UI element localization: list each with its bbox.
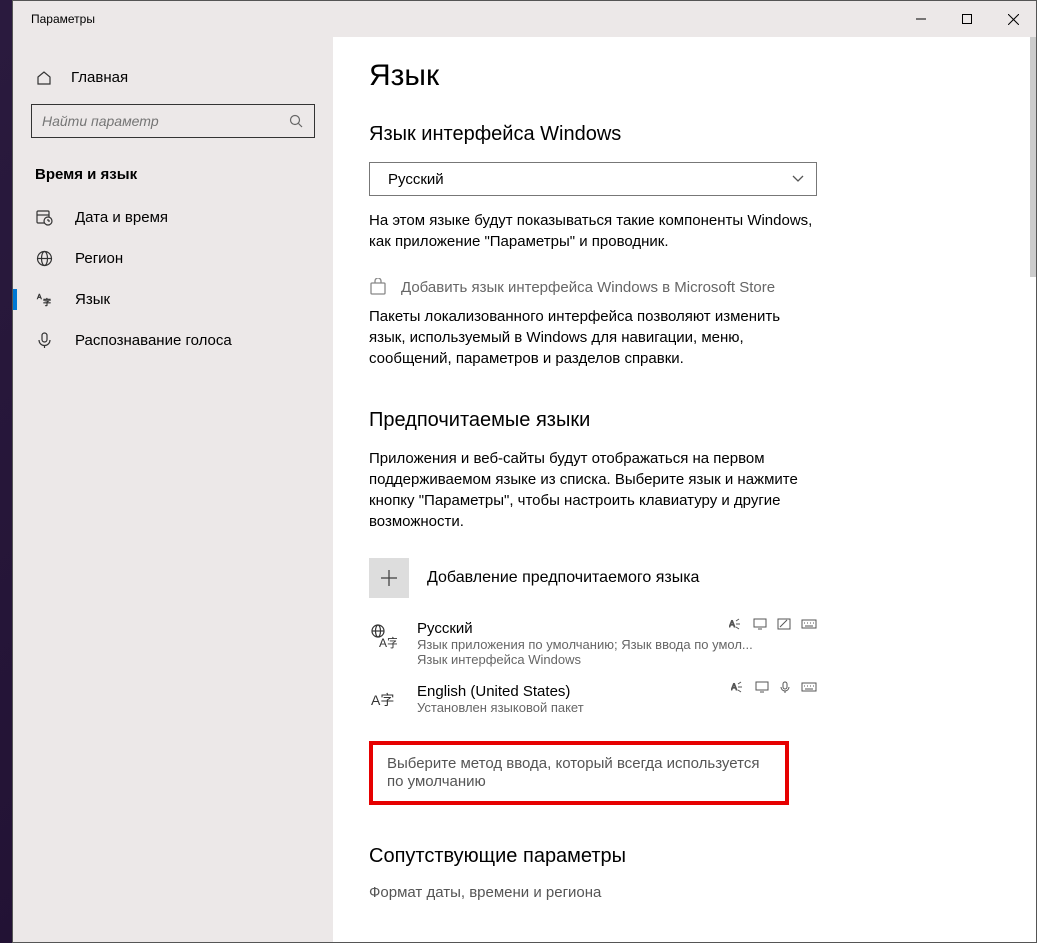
sidebar-item-speech[interactable]: Распознавание голоса	[13, 320, 333, 361]
language-item-russian[interactable]: A字 Русский Язык приложения по умолчанию;…	[369, 616, 817, 679]
default-input-method-link[interactable]: Выберите метод ввода, который всегда исп…	[369, 741, 789, 805]
add-language-store-link[interactable]: Добавить язык интерфейса Windows в Micro…	[369, 278, 1002, 296]
language-feature-badges: A	[729, 618, 817, 630]
display-language-heading: Язык интерфейса Windows	[369, 123, 1002, 146]
content-area: Главная Время и язык Дата и время Ре	[13, 37, 1036, 942]
globe-icon	[35, 250, 53, 267]
text-to-speech-icon: A	[731, 681, 745, 693]
svg-text:A字: A字	[379, 635, 397, 650]
chevron-down-icon	[792, 175, 804, 183]
language-subtitle: Установлен языковой пакет	[417, 700, 817, 715]
scrollbar[interactable]	[1030, 37, 1036, 277]
store-link-label: Добавить язык интерфейса Windows в Micro…	[401, 279, 775, 296]
text-to-speech-icon: A	[729, 618, 743, 630]
display-language-desc: На этом языке будут показываться такие к…	[369, 210, 819, 252]
preferred-languages-desc: Приложения и веб-сайты будут отображатьс…	[369, 448, 819, 532]
sidebar-section-heading: Время и язык	[13, 160, 333, 197]
display-icon	[753, 618, 767, 630]
home-link[interactable]: Главная	[13, 61, 333, 104]
display-icon	[755, 681, 769, 693]
handwriting-icon	[777, 618, 791, 630]
window-title: Параметры	[31, 12, 898, 26]
keyboard-icon	[801, 681, 817, 693]
preferred-languages-heading: Предпочитаемые языки	[369, 409, 1002, 432]
related-link-date-format[interactable]: Формат даты, времени и региона	[369, 884, 1002, 901]
svg-text:A: A	[729, 619, 735, 629]
sidebar: Главная Время и язык Дата и время Ре	[13, 37, 333, 942]
store-desc: Пакеты локализованного интерфейса позвол…	[369, 306, 819, 369]
svg-text:A: A	[37, 294, 42, 301]
language-feature-badges: A	[731, 681, 817, 693]
language-subtitle: Язык приложения по умолчанию; Язык ввода…	[417, 637, 817, 652]
speech-icon	[779, 681, 791, 693]
language-item-english[interactable]: A字 English (United States) Установлен яз…	[369, 679, 817, 727]
main-panel: Язык Язык интерфейса Windows Русский На …	[333, 37, 1036, 942]
sidebar-item-region[interactable]: Регион	[13, 238, 333, 279]
svg-text:A字: A字	[371, 692, 394, 708]
search-icon	[289, 114, 304, 129]
sidebar-item-label: Дата и время	[75, 209, 168, 226]
home-icon	[35, 70, 53, 86]
language-subtitle2: Язык интерфейса Windows	[417, 652, 817, 667]
language-glyph-icon: A字	[369, 620, 399, 667]
maximize-button[interactable]	[944, 1, 990, 37]
sidebar-item-language[interactable]: A字 Язык	[13, 279, 333, 320]
home-label: Главная	[71, 69, 128, 86]
search-box[interactable]	[31, 104, 315, 138]
svg-text:A: A	[731, 682, 737, 692]
related-settings-heading: Сопутствующие параметры	[369, 845, 1002, 868]
add-language-label: Добавление предпочитаемого языка	[427, 569, 699, 587]
dropdown-value: Русский	[388, 171, 444, 188]
window-controls	[898, 1, 1036, 37]
close-button[interactable]	[990, 1, 1036, 37]
link-text: Выберите метод ввода, который всегда исп…	[387, 755, 759, 790]
search-input[interactable]	[42, 113, 289, 129]
store-icon	[369, 278, 387, 296]
sidebar-item-date-time[interactable]: Дата и время	[13, 197, 333, 238]
page-title: Язык	[369, 59, 1002, 93]
titlebar: Параметры	[13, 1, 1036, 37]
sidebar-item-label: Регион	[75, 250, 123, 267]
microphone-icon	[35, 332, 53, 349]
svg-text:字: 字	[43, 297, 51, 307]
settings-window: Параметры Главная	[12, 0, 1037, 943]
add-preferred-language[interactable]: Добавление предпочитаемого языка	[369, 558, 1002, 598]
sidebar-item-label: Распознавание голоса	[75, 332, 232, 349]
calendar-clock-icon	[35, 209, 53, 226]
keyboard-icon	[801, 618, 817, 630]
plus-icon	[369, 558, 409, 598]
sidebar-item-label: Язык	[75, 291, 110, 308]
minimize-button[interactable]	[898, 1, 944, 37]
display-language-dropdown[interactable]: Русский	[369, 162, 817, 196]
language-glyph-icon: A字	[369, 683, 399, 715]
language-icon: A字	[35, 291, 53, 308]
